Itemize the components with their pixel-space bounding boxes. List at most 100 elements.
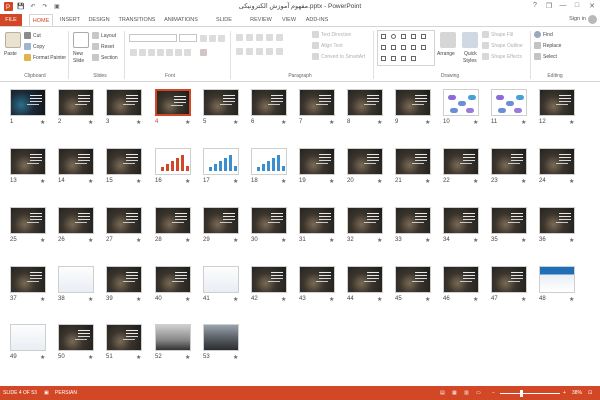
normal-view-icon[interactable]: ▤	[440, 390, 445, 396]
transition-star-icon[interactable]: ★	[569, 119, 574, 126]
transition-star-icon[interactable]: ★	[473, 296, 478, 303]
slide-thumbnail[interactable]	[106, 324, 142, 351]
transition-star-icon[interactable]: ★	[569, 296, 574, 303]
transition-star-icon[interactable]: ★	[329, 119, 334, 126]
shape-fill-button[interactable]: Shape Fill	[482, 31, 513, 38]
new-slide-button[interactable]: New	[73, 51, 83, 57]
quick-styles-button[interactable]: Quick	[464, 51, 477, 57]
curve-shape-icon[interactable]	[391, 45, 396, 50]
slide-thumbnail[interactable]	[58, 324, 94, 351]
slide-thumbnail[interactable]	[491, 266, 527, 293]
underline-icon[interactable]	[148, 49, 155, 56]
new-slide-dropdown[interactable]: Slide	[73, 58, 84, 64]
language-indicator[interactable]: PERSIAN	[55, 390, 77, 396]
star-shape-icon[interactable]	[401, 45, 406, 50]
slide-thumbnail[interactable]	[347, 207, 383, 234]
cut-button[interactable]: Cut	[24, 32, 41, 39]
tab-home[interactable]: HOME	[29, 14, 53, 26]
decrease-indent-icon[interactable]	[256, 34, 263, 41]
arrange-icon[interactable]	[440, 32, 456, 48]
slide-thumbnail[interactable]	[203, 89, 239, 116]
shapes-gallery[interactable]	[377, 30, 435, 66]
convert-to-smartart-button[interactable]: Convert to SmartArt	[312, 53, 365, 60]
tab-transitions[interactable]: TRANSITIONS	[118, 14, 156, 26]
transition-star-icon[interactable]: ★	[185, 119, 190, 126]
shape-effects-button[interactable]: Shape Effects	[482, 53, 522, 60]
slide-thumbnail[interactable]	[58, 207, 94, 234]
slide-thumbnail[interactable]	[539, 89, 575, 116]
slide-thumbnail[interactable]	[491, 207, 527, 234]
zoom-in-icon[interactable]: +	[563, 390, 566, 396]
slide-thumbnail[interactable]	[539, 148, 575, 175]
avatar[interactable]	[588, 15, 597, 24]
transition-star-icon[interactable]: ★	[136, 178, 141, 185]
transition-star-icon[interactable]: ★	[185, 237, 190, 244]
tab-view[interactable]: VIEW	[280, 14, 298, 26]
tab-design[interactable]: DESIGN	[88, 14, 110, 26]
reset-button[interactable]: Reset	[92, 43, 114, 50]
slide-thumbnail[interactable]	[443, 89, 479, 116]
transition-star-icon[interactable]: ★	[233, 237, 238, 244]
brace-shape-icon[interactable]	[411, 45, 416, 50]
slide-thumbnail[interactable]	[299, 148, 335, 175]
slide-thumbnail[interactable]	[443, 207, 479, 234]
transition-star-icon[interactable]: ★	[136, 296, 141, 303]
minimize-button[interactable]: —	[556, 0, 570, 11]
chevron-shape-icon[interactable]	[411, 56, 416, 61]
line-shape-icon[interactable]	[401, 34, 406, 39]
slide-show-view-icon[interactable]: ▭	[476, 390, 481, 396]
format-painter-button[interactable]: Format Painter	[24, 54, 66, 61]
strikethrough-icon[interactable]	[166, 49, 173, 56]
transition-star-icon[interactable]: ★	[329, 237, 334, 244]
slide-thumbnail[interactable]	[10, 266, 46, 293]
transition-star-icon[interactable]: ★	[473, 237, 478, 244]
slide-thumbnail[interactable]	[395, 266, 431, 293]
copy-button[interactable]: Copy	[24, 43, 45, 50]
slide-thumbnail[interactable]	[106, 266, 142, 293]
close-button[interactable]: ✕	[585, 0, 599, 11]
slide-thumbnail[interactable]	[251, 266, 287, 293]
bold-icon[interactable]	[130, 49, 137, 56]
transition-star-icon[interactable]: ★	[329, 296, 334, 303]
slide-thumbnail[interactable]	[395, 89, 431, 116]
oval-shape-icon[interactable]	[391, 34, 396, 39]
select-button[interactable]: Select	[534, 53, 557, 60]
tab-insert[interactable]: INSERT	[59, 14, 81, 26]
transition-star-icon[interactable]: ★	[281, 178, 286, 185]
tab-review[interactable]: REVIEW	[249, 14, 273, 26]
slide-thumbnail[interactable]	[299, 207, 335, 234]
quick-styles-icon[interactable]	[462, 32, 478, 48]
transition-star-icon[interactable]: ★	[521, 178, 526, 185]
tab-add-ins[interactable]: ADD-INS	[304, 14, 330, 26]
slide-thumbnail[interactable]	[106, 207, 142, 234]
slide-thumbnail[interactable]	[299, 89, 335, 116]
transition-star-icon[interactable]: ★	[425, 237, 430, 244]
section-button[interactable]: Section	[92, 54, 118, 61]
arrow-shape-icon[interactable]	[411, 34, 416, 39]
line-spacing-icon[interactable]	[276, 34, 283, 41]
transition-star-icon[interactable]: ★	[281, 119, 286, 126]
transition-star-icon[interactable]: ★	[569, 237, 574, 244]
slide-sorter-view-icon[interactable]: ▦	[452, 390, 457, 396]
justify-icon[interactable]	[266, 48, 273, 55]
slide-thumbnail[interactable]	[539, 207, 575, 234]
transition-star-icon[interactable]: ★	[473, 119, 478, 126]
slide-thumbnail[interactable]	[106, 89, 142, 116]
ribbon-display-options-button[interactable]: ❐	[542, 0, 556, 11]
transition-star-icon[interactable]: ★	[40, 119, 45, 126]
transition-star-icon[interactable]: ★	[233, 119, 238, 126]
callout-shape-icon[interactable]	[421, 45, 426, 50]
paste-icon[interactable]	[5, 32, 21, 48]
character-spacing-icon[interactable]	[175, 49, 182, 56]
text-direction-button[interactable]: Text Direction	[312, 31, 351, 38]
slide-thumbnail[interactable]	[155, 207, 191, 234]
transition-star-icon[interactable]: ★	[521, 296, 526, 303]
clear-formatting-icon[interactable]	[218, 35, 225, 42]
block-arrow-shape-icon[interactable]	[381, 56, 386, 61]
columns-icon[interactable]	[276, 48, 283, 55]
slide-thumbnail[interactable]	[251, 89, 287, 116]
layout-button[interactable]: Layout	[92, 32, 116, 39]
slide-thumbnail[interactable]	[203, 207, 239, 234]
textbox-shape-icon[interactable]	[381, 45, 386, 50]
slide-thumbnail[interactable]	[203, 148, 239, 175]
